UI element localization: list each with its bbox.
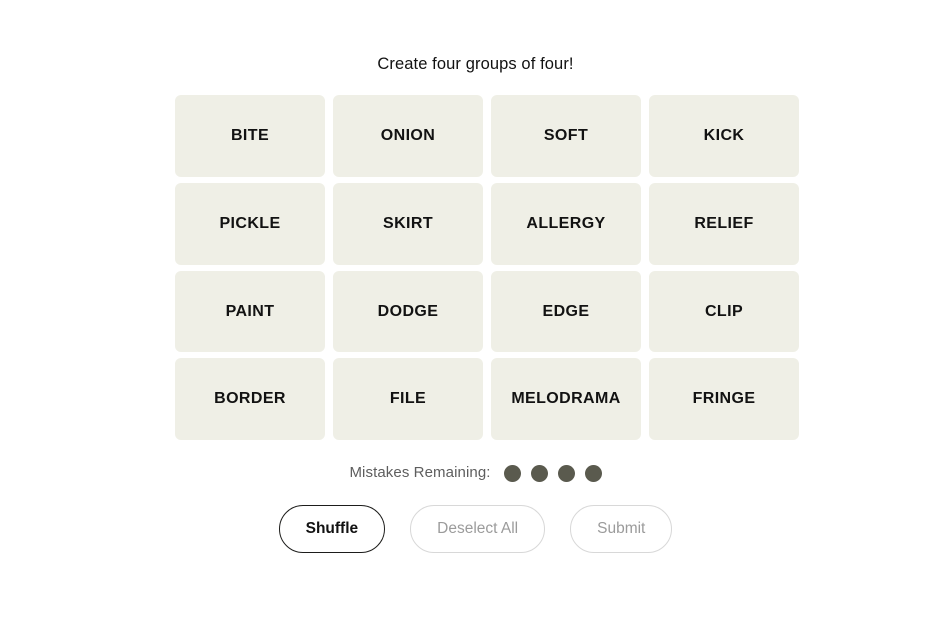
- word-tile[interactable]: KICK: [649, 95, 799, 177]
- word-tile[interactable]: BORDER: [175, 358, 325, 440]
- word-tile-grid: BITE ONION SOFT KICK PICKLE SKIRT ALLERG…: [175, 95, 799, 440]
- mistake-dot-icon: [557, 464, 575, 482]
- word-tile[interactable]: BITE: [175, 95, 325, 177]
- word-tile-label: BITE: [230, 127, 270, 145]
- word-tile[interactable]: ALLERGY: [491, 182, 641, 265]
- page-title: Create four groups of four!: [377, 55, 574, 73]
- word-tile-label: MELODRAMA: [511, 390, 621, 408]
- mistakes-dot-group: [503, 464, 602, 482]
- word-tile[interactable]: FILE: [333, 358, 483, 440]
- word-tile[interactable]: EDGE: [491, 270, 641, 353]
- mistake-dot-icon: [584, 464, 602, 482]
- word-tile[interactable]: RELIEF: [649, 182, 799, 265]
- shuffle-button[interactable]: Shuffle: [278, 505, 386, 553]
- word-tile-label: ALLERGY: [526, 214, 606, 232]
- word-tile[interactable]: CLIP: [649, 270, 799, 353]
- submit-button[interactable]: Submit: [570, 505, 673, 553]
- word-tile[interactable]: DODGE: [333, 270, 483, 353]
- word-tile-label: ONION: [380, 127, 436, 145]
- mistake-dot-icon: [503, 464, 521, 482]
- word-tile[interactable]: SOFT: [491, 95, 641, 177]
- word-tile-label: FILE: [389, 390, 427, 408]
- mistake-dot-icon: [530, 464, 548, 482]
- word-tile[interactable]: PAINT: [175, 270, 325, 353]
- word-tile-label: PICKLE: [219, 214, 281, 232]
- word-tile-label: CLIP: [704, 302, 744, 320]
- word-tile[interactable]: SKIRT: [333, 182, 483, 265]
- word-tile-label: DODGE: [377, 302, 439, 320]
- game-controls: Shuffle Deselect All Submit: [0, 505, 951, 553]
- connections-game-page: Create four groups of four! BITE ONION S…: [0, 0, 951, 639]
- word-tile-label: BORDER: [214, 390, 286, 408]
- word-tile-label: PAINT: [225, 302, 275, 320]
- word-tile-label: EDGE: [542, 302, 590, 320]
- deselect-all-button[interactable]: Deselect All: [410, 505, 546, 553]
- word-tile[interactable]: FRINGE: [649, 358, 799, 440]
- word-tile-label: KICK: [703, 127, 745, 145]
- word-tile[interactable]: PICKLE: [175, 182, 325, 265]
- word-tile[interactable]: MELODRAMA: [491, 358, 641, 440]
- word-tile-label: SKIRT: [383, 214, 433, 232]
- word-tile-label: SOFT: [543, 127, 589, 145]
- mistakes-remaining-row: Mistakes Remaining:: [0, 462, 951, 484]
- mistakes-remaining-label: Mistakes Remaining:: [349, 464, 491, 481]
- word-tile-label: FRINGE: [692, 390, 756, 408]
- word-tile[interactable]: ONION: [333, 95, 483, 177]
- word-tile-label: RELIEF: [694, 214, 754, 232]
